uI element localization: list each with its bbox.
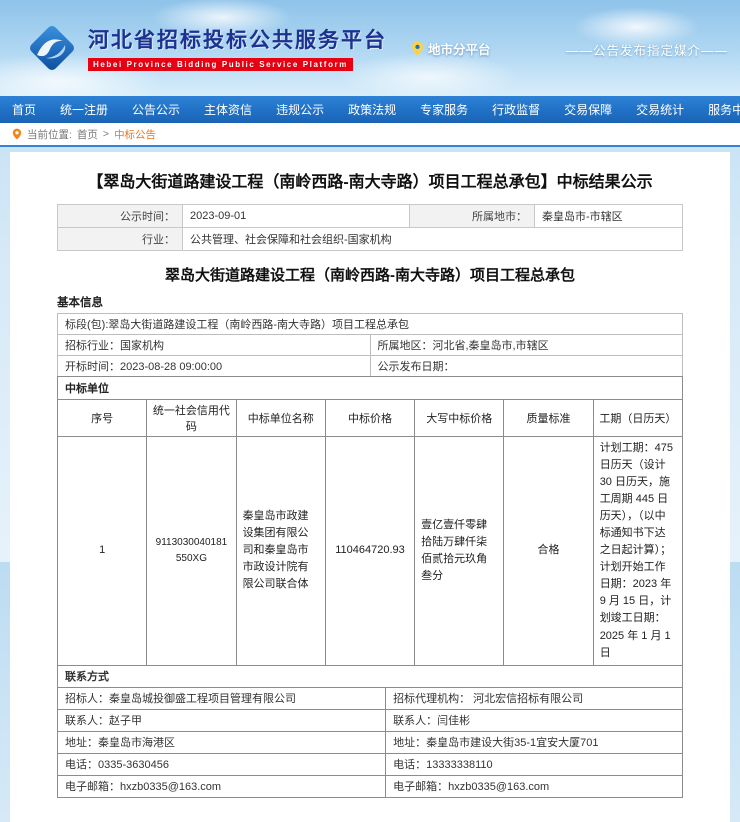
publish-time-value: 2023-09-01	[183, 205, 410, 228]
winner-row: 1 9113030040181550XG 秦皇岛市政建设集团有限公司和秦皇岛市市…	[58, 437, 683, 666]
col-credit-code: 统一社会信用代码	[147, 400, 236, 437]
main-nav: 首页 统一注册 公告公示 主体资信 违规公示 政策法规 专家服务 行政监督 交易…	[0, 96, 740, 123]
contact-cell-email-right: 电子邮箱：hxzb0335@163.com	[386, 775, 683, 797]
winner-seq: 1	[58, 437, 147, 666]
winner-price-caps: 壹亿壹仟零肆拾陆万肆仟柒佰贰拾元玖角叁分	[415, 437, 504, 666]
contact-cell-phone-right: 电话：13333338110	[386, 753, 683, 775]
bid-region-value: 河北省,秦皇岛市,市辖区	[433, 340, 549, 352]
bid-industry-cell: 招标行业：国家机构	[58, 335, 371, 356]
publish-time-label: 公示时间：	[58, 205, 183, 228]
region-label: 所属地市：	[410, 205, 535, 228]
contact-section-row: 联系方式	[58, 665, 683, 687]
section-package: 标段(包):翠岛大街道路建设工程（南岭西路-南大寺路）项目工程总承包	[58, 314, 683, 335]
bid-open-time-cell: 开标时间：2023-08-28 09:00:00	[58, 356, 371, 377]
basic-row: 标段(包):翠岛大街道路建设工程（南岭西路-南大寺路）项目工程总承包	[58, 314, 683, 335]
industry-label: 行业：	[58, 228, 183, 251]
bid-region-label: 所属地区：	[378, 340, 433, 352]
breadcrumb: 当前位置: 首页 > 中标公告	[0, 123, 740, 147]
meta-row: 公示时间： 2023-09-01 所属地市： 秦皇岛市-市辖区	[58, 205, 683, 228]
winner-header-row: 序号 统一社会信用代码 中标单位名称 中标价格 大写中标价格 质量标准 工期（日…	[58, 400, 683, 437]
contact-row: 电话：0335-3630456 电话：13333338110	[58, 753, 683, 775]
notice-title: 【翠岛大街道路建设工程（南岭西路-南大寺路）项目工程总承包】中标结果公示	[57, 168, 683, 192]
contact-cell-person-left: 联系人：赵子甲	[58, 709, 386, 731]
publish-date-label: 公示发布日期：	[378, 361, 455, 373]
bid-industry-label: 招标行业：	[65, 340, 120, 352]
contact-cell-email-left: 电子邮箱：hxzb0335@163.com	[58, 775, 386, 797]
col-duration: 工期（日历天）	[593, 400, 682, 437]
contact-cell-person-right: 联系人：闫佳彬	[386, 709, 683, 731]
contact-row: 地址：秦皇岛市海港区 地址：秦皇岛市建设大街35-1宜安大厦701	[58, 731, 683, 753]
nav-item-service-center[interactable]: 服务中心	[696, 96, 740, 123]
breadcrumb-home-link[interactable]: 首页	[77, 127, 98, 142]
winner-price: 110464720.93	[325, 437, 414, 666]
nav-item-expert-services[interactable]: 专家服务	[408, 96, 480, 123]
nav-item-transaction-stats[interactable]: 交易统计	[624, 96, 696, 123]
location-pin-icon	[411, 41, 424, 56]
industry-value: 公共管理、社会保障和社会组织-国家机构	[183, 228, 683, 251]
basic-info-heading: 基本信息	[57, 294, 683, 310]
col-price: 中标价格	[325, 400, 414, 437]
bid-region-cell: 所属地区：河北省,秦皇岛市,市辖区	[370, 335, 683, 356]
basic-info-table: 标段(包):翠岛大街道路建设工程（南岭西路-南大寺路）项目工程总承包 招标行业：…	[57, 313, 683, 377]
region-value: 秦皇岛市-市辖区	[535, 205, 683, 228]
winner-section-heading: 中标单位	[58, 377, 683, 400]
city-subplatform-link[interactable]: 地市分平台	[411, 39, 491, 58]
page: 河北省招标投标公共服务平台 Hebei Province Bidding Pub…	[0, 0, 740, 822]
col-seq: 序号	[58, 400, 147, 437]
contact-section-heading: 联系方式	[58, 665, 683, 687]
col-quality: 质量标准	[504, 400, 593, 437]
breadcrumb-current: 中标公告	[114, 127, 156, 142]
contact-cell-phone-left: 电话：0335-3630456	[58, 753, 386, 775]
meta-row: 行业： 公共管理、社会保障和社会组织-国家机构	[58, 228, 683, 251]
col-winner-name: 中标单位名称	[236, 400, 325, 437]
site-title-block: 河北省招标投标公共服务平台 Hebei Province Bidding Pub…	[88, 24, 387, 72]
nav-item-entity-credit[interactable]: 主体资信	[192, 96, 264, 123]
breadcrumb-label: 当前位置:	[27, 127, 72, 142]
breadcrumb-location-icon	[12, 128, 22, 140]
notice-meta-table: 公示时间： 2023-09-01 所属地市： 秦皇岛市-市辖区 行业： 公共管理…	[57, 204, 683, 251]
site-subtitle: Hebei Province Bidding Public Service Pl…	[88, 58, 353, 71]
publish-date-cell: 公示发布日期：	[370, 356, 683, 377]
media-designation-note: ——公告发布指定媒介——	[566, 40, 728, 59]
contact-cell-address-right: 地址：秦皇岛市建设大街35-1宜安大厦701	[386, 731, 683, 753]
site-header: 河北省招标投标公共服务平台 Hebei Province Bidding Pub…	[0, 0, 740, 96]
contact-cell-address-left: 地址：秦皇岛市海港区	[58, 731, 386, 753]
breadcrumb-separator: >	[103, 128, 109, 140]
bid-open-time-label: 开标时间：	[65, 361, 120, 373]
winner-table: 中标单位 序号 统一社会信用代码 中标单位名称 中标价格 大写中标价格 质量标准…	[57, 376, 683, 666]
site-title: 河北省招标投标公共服务平台	[88, 24, 387, 54]
contact-cell-agency: 招标代理机构： 河北宏信招标有限公司	[386, 687, 683, 709]
winner-credit-code: 9113030040181550XG	[147, 437, 236, 666]
nav-item-policies[interactable]: 政策法规	[336, 96, 408, 123]
nav-item-violation-publicity[interactable]: 违规公示	[264, 96, 336, 123]
winner-section-row: 中标单位	[58, 377, 683, 400]
nav-item-admin-supervision[interactable]: 行政监督	[480, 96, 552, 123]
nav-item-announcements[interactable]: 公告公示	[120, 96, 192, 123]
platform-logo-icon	[26, 22, 78, 74]
winner-quality: 合格	[504, 437, 593, 666]
city-subplatform-label: 地市分平台	[428, 39, 491, 58]
nav-item-home[interactable]: 首页	[0, 96, 48, 123]
contact-row: 招标人：秦皇岛城投御盛工程项目管理有限公司 招标代理机构： 河北宏信招标有限公司	[58, 687, 683, 709]
contact-row: 联系人：赵子甲 联系人：闫佳彬	[58, 709, 683, 731]
winner-duration: 计划工期：475 日历天（设计 30 日历天，施工周期 445 日历天），（以中…	[593, 437, 682, 666]
contact-cell-tenderer: 招标人：秦皇岛城投御盛工程项目管理有限公司	[58, 687, 386, 709]
project-title: 翠岛大街道路建设工程（南岭西路-南大寺路）项目工程总承包	[57, 264, 683, 285]
contact-table: 联系方式 招标人：秦皇岛城投御盛工程项目管理有限公司 招标代理机构： 河北宏信招…	[57, 665, 683, 798]
bid-industry-value: 国家机构	[120, 340, 164, 352]
nav-item-transaction-guarantee[interactable]: 交易保障	[552, 96, 624, 123]
winner-name: 秦皇岛市政建设集团有限公司和秦皇岛市市政设计院有限公司联合体	[236, 437, 325, 666]
bid-open-time-value: 2023-08-28 09:00:00	[120, 361, 222, 373]
nav-item-unified-register[interactable]: 统一注册	[48, 96, 120, 123]
basic-row: 开标时间：2023-08-28 09:00:00 公示发布日期：	[58, 356, 683, 377]
notice-card: 【翠岛大街道路建设工程（南岭西路-南大寺路）项目工程总承包】中标结果公示 公示时…	[10, 152, 730, 822]
basic-row: 招标行业：国家机构 所属地区：河北省,秦皇岛市,市辖区	[58, 335, 683, 356]
col-price-caps: 大写中标价格	[415, 400, 504, 437]
contact-row: 电子邮箱：hxzb0335@163.com 电子邮箱：hxzb0335@163.…	[58, 775, 683, 797]
